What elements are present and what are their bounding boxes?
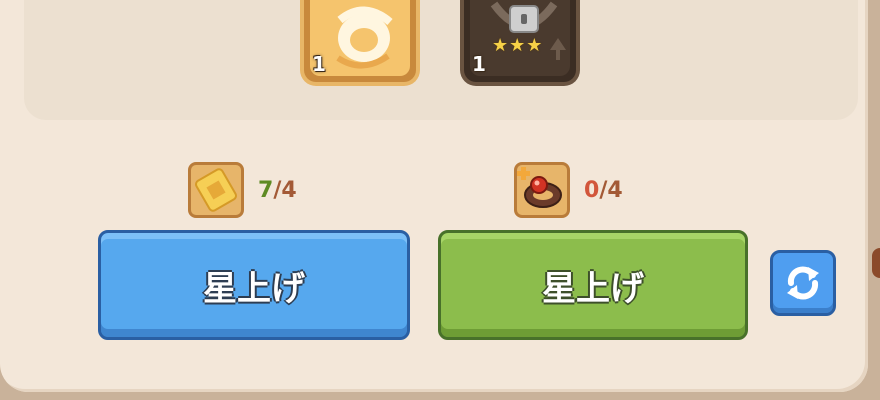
cost-need: 4 bbox=[281, 177, 297, 203]
star-up-button-green[interactable]: 星上げ bbox=[438, 230, 748, 340]
item-count: 1 bbox=[312, 52, 326, 76]
cost-right: 0/4 bbox=[514, 160, 623, 220]
item-card-gold[interactable]: 1 bbox=[300, 0, 420, 86]
item-count: 1 bbox=[472, 52, 486, 76]
red-gem-ring-icon bbox=[514, 162, 570, 218]
cost-left: 7/4 bbox=[188, 160, 297, 220]
star-up-panel: 1 ★★★ 1 7/4 0/4 星上げ 星上げ bbox=[0, 0, 868, 392]
star-up-button-blue[interactable]: 星上げ bbox=[98, 230, 410, 340]
side-scroll-knob[interactable] bbox=[872, 248, 880, 278]
cost-have: 7 bbox=[258, 177, 274, 203]
refresh-button[interactable] bbox=[770, 250, 836, 316]
cost-right-value: 0/4 bbox=[584, 178, 623, 203]
star-rating: ★★★ bbox=[492, 35, 544, 56]
gold-ticket-icon bbox=[188, 162, 244, 218]
refresh-icon bbox=[787, 266, 819, 300]
cost-need: 4 bbox=[607, 177, 623, 203]
item-card-locked[interactable]: ★★★ 1 bbox=[460, 0, 580, 86]
items-area bbox=[24, 0, 858, 120]
cost-have: 0 bbox=[584, 177, 600, 203]
cost-left-value: 7/4 bbox=[258, 178, 297, 203]
gold-ring-icon bbox=[336, 6, 393, 69]
